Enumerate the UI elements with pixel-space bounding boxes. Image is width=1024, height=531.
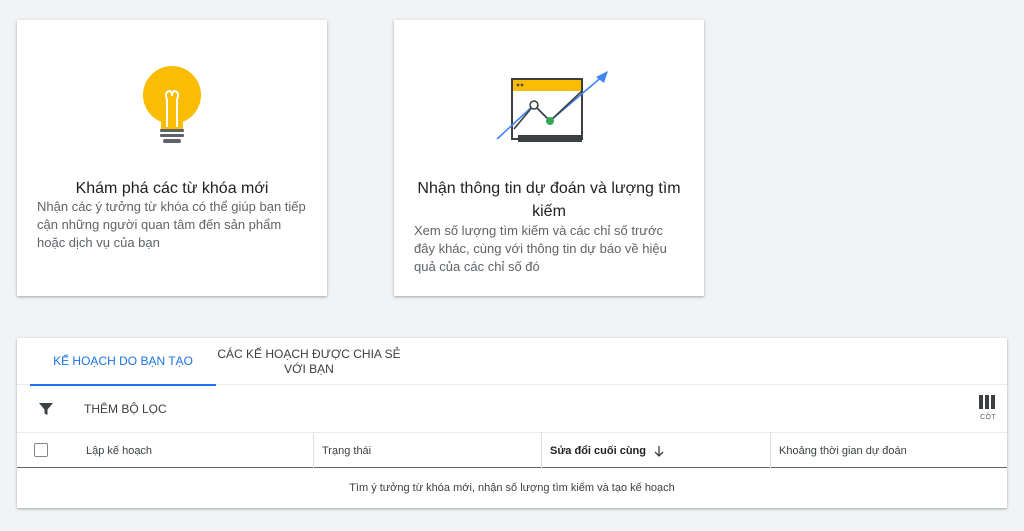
column-header-label: Sửa đổi cuối cùng [550,444,646,457]
column-header-label: Khoảng thời gian dự đoán [779,444,907,457]
table-header: Lập kế hoạch Trạng thái Sửa đổi cuối cùn… [17,433,1007,468]
column-header-label: Lập kế hoạch [86,444,153,457]
arrow-down-icon [654,445,664,457]
tab-shared-plans[interactable]: Các kế hoạch được chia sẻ với bạn [216,338,402,385]
lightbulb-icon [143,66,201,143]
add-filter-button[interactable]: Thêm bộ lọc [84,401,167,417]
empty-table-message: Tìm ý tưởng từ khóa mới, nhận số lượng t… [349,482,675,494]
card-description: Nhận các ý tưởng từ khóa có thể giúp bạn… [37,199,306,250]
column-header-status[interactable]: Trạng thái [313,433,542,468]
card-title: Khám phá các từ khóa mới [75,180,269,197]
plans-tabs: Kế hoạch do bạn tạo Các kế hoạch được ch… [17,338,1007,386]
select-all-checkbox[interactable] [34,443,48,457]
card-description: Xem số lượng tìm kiếm và các chỉ số trướ… [414,223,667,274]
plans-panel: Kế hoạch do bạn tạo Các kế hoạch được ch… [17,338,1007,508]
tab-my-plans[interactable]: Kế hoạch do bạn tạo [30,338,216,386]
column-header-label: Trạng thái [322,444,372,457]
column-header-last-modified[interactable]: Sửa đổi cuối cùng [541,433,771,468]
trend-chart-icon [496,71,608,142]
column-header-forecast-period[interactable]: Khoảng thời gian dự đoán [770,433,1007,468]
columns-icon [979,395,995,409]
discover-keywords-card[interactable]: Khám phá các từ khóa mới Nhận các ý tưởn… [17,20,327,296]
forecast-search-volume-card[interactable]: Nhận thông tin dự đoán và lượng tìm kiếm… [394,20,704,296]
column-header-plan[interactable]: Lập kế hoạch [78,433,314,468]
filter-bar: Thêm bộ lọc CỘT [17,385,1007,433]
columns-button[interactable]: CỘT [977,395,999,425]
card-title: Nhận thông tin dự đoán và lượng tìm kiếm [417,180,681,220]
filter-icon[interactable] [38,401,54,417]
columns-label: CỘT [980,414,996,421]
